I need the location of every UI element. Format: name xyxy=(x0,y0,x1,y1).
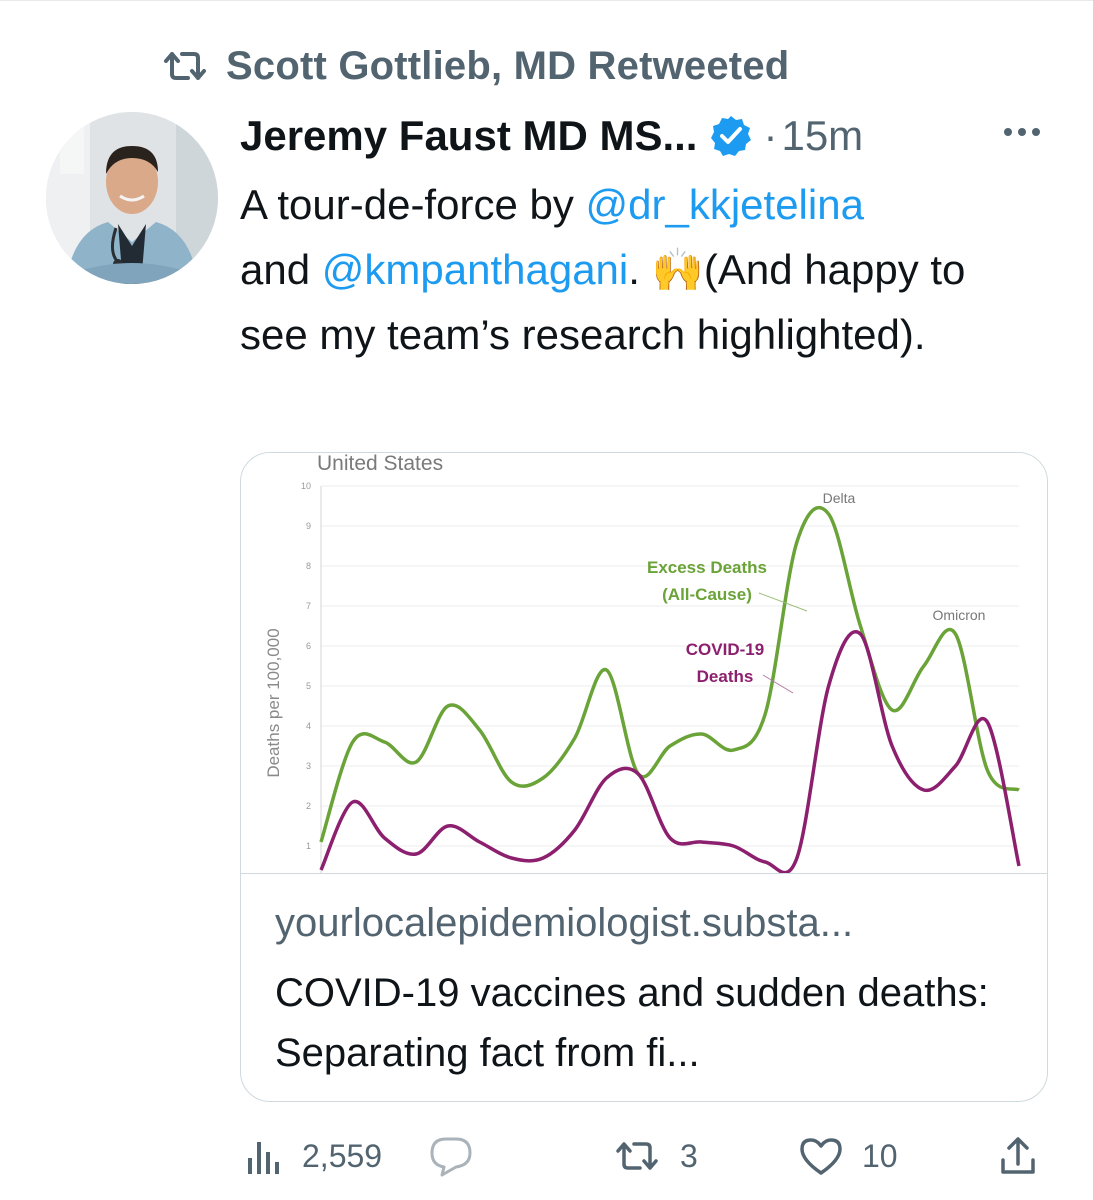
y-tick-label: 6 xyxy=(306,641,311,651)
y-tick-label: 8 xyxy=(306,561,311,571)
reply-icon xyxy=(430,1137,472,1177)
annotation-excess-line1: Excess Deaths xyxy=(647,558,767,577)
like-button[interactable]: 10 xyxy=(798,1126,898,1186)
retweet-context-label: Scott Gottlieb, MD Retweeted xyxy=(226,43,790,88)
tweet-actions: 2,559 3 10 xyxy=(0,1126,1093,1186)
author-name[interactable]: Jeremy Faust MD MS... xyxy=(240,112,697,160)
card-image[interactable]: United States Deaths per 100,000 1 2 3 4 5 6 7… xyxy=(241,453,1047,874)
annotation-omicron: Omicron xyxy=(933,607,986,623)
tweet-text-part: and xyxy=(240,246,322,293)
card-domain: yourlocalepidemiologist.substa... xyxy=(275,901,854,945)
more-icon xyxy=(1004,128,1040,136)
views-button[interactable]: 2,559 xyxy=(244,1126,382,1186)
chart: United States Deaths per 100,000 1 2 3 4 5 6 7… xyxy=(264,453,1021,873)
card-title: COVID-19 vaccines and sudden deaths: Sep… xyxy=(275,971,989,1075)
views-count: 2,559 xyxy=(302,1137,383,1174)
y-tick-label: 3 xyxy=(306,761,311,771)
annotation-covid-line1: COVID-19 xyxy=(686,640,764,659)
tweet-header: Jeremy Faust MD MS... · 15m xyxy=(240,108,863,164)
y-tick-label: 9 xyxy=(306,521,311,531)
top-divider xyxy=(0,0,1093,1)
mention-link[interactable]: @kmpanthagani xyxy=(322,246,629,293)
tweet-text-part: . xyxy=(628,246,652,293)
annotation-covid-leader xyxy=(762,674,794,694)
y-tick-label: 1 xyxy=(306,841,311,851)
retweet-context[interactable]: Scott Gottlieb, MD Retweeted xyxy=(160,42,789,90)
retweet-icon xyxy=(616,1142,658,1170)
heart-icon xyxy=(800,1138,842,1175)
reply-button[interactable] xyxy=(428,1126,492,1186)
more-options-button[interactable] xyxy=(998,112,1046,152)
avatar[interactable] xyxy=(46,112,218,284)
y-tick-label: 4 xyxy=(306,721,311,731)
y-axis-label: Deaths per 100,000 xyxy=(264,628,283,777)
chart-title: United States xyxy=(317,453,443,475)
share-button[interactable] xyxy=(998,1126,1038,1186)
tweet-text-part: A tour-de-force by xyxy=(240,181,586,228)
annotation-covid-line2: Deaths xyxy=(697,667,754,686)
y-tick-label: 10 xyxy=(301,481,311,491)
like-count: 10 xyxy=(862,1137,898,1174)
verified-badge-icon[interactable] xyxy=(709,114,753,158)
y-tick-label: 2 xyxy=(306,801,311,811)
annotation-excess-line2: (All-Cause) xyxy=(662,585,752,604)
retweet-icon xyxy=(164,52,206,80)
retweet-button[interactable]: 3 xyxy=(612,1126,698,1186)
link-card[interactable]: United States Deaths per 100,000 1 2 3 4 5 6 7… xyxy=(240,452,1048,1102)
annotation-delta: Delta xyxy=(823,490,856,506)
share-icon xyxy=(1001,1137,1035,1174)
analytics-icon xyxy=(248,1142,279,1174)
separator-dot: · xyxy=(763,112,778,159)
raising-hands-emoji: 🙌 xyxy=(651,245,704,294)
retweet-count: 3 xyxy=(680,1137,698,1174)
tweet-text: A tour-de-force by @dr_kkjetelinaand @km… xyxy=(240,172,1030,367)
timestamp[interactable]: 15m xyxy=(781,112,863,160)
mention-link[interactable]: @dr_kkjetelina xyxy=(586,181,864,228)
y-tick-label: 7 xyxy=(306,601,311,611)
y-tick-label: 5 xyxy=(306,681,311,691)
